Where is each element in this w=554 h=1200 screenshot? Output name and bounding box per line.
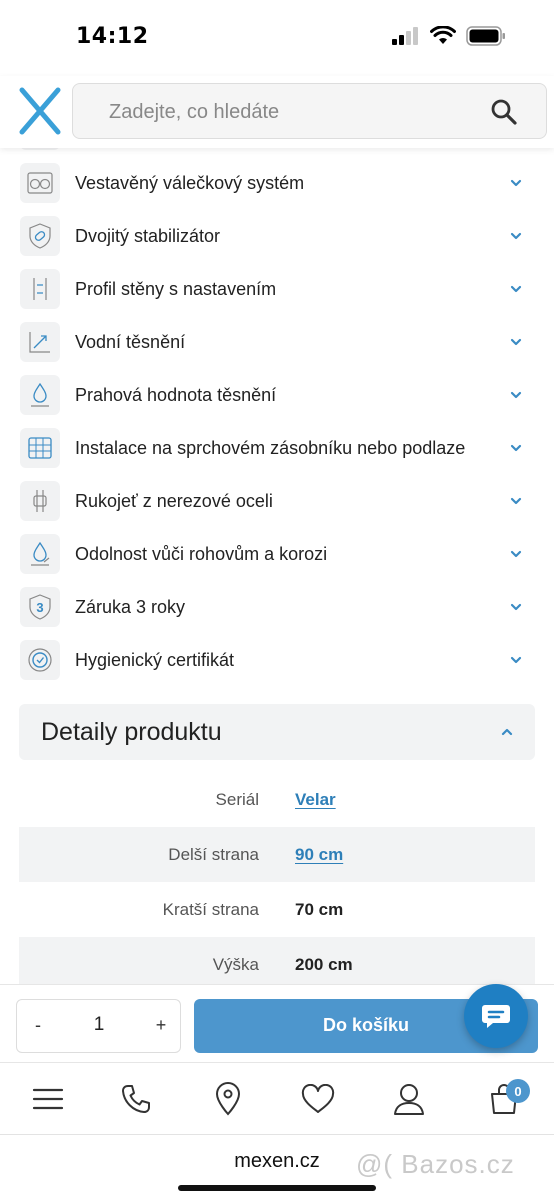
watermark: @( Bazos.cz xyxy=(356,1149,515,1179)
feature-label: Instalace na sprchovém zásobníku nebo po… xyxy=(75,438,466,458)
feature-label: Prahová hodnota těsnění xyxy=(75,385,277,405)
chevron-down-icon[interactable] xyxy=(508,228,524,244)
details-row-label: Výška xyxy=(212,955,259,974)
feature-label: Rukojeť z nerezové oceli xyxy=(75,491,273,511)
wall-profile-icon xyxy=(20,269,60,309)
details-title: Detaily produktu xyxy=(41,718,222,746)
browser-bar: mexen.cz @( Bazos.cz xyxy=(0,1134,554,1200)
wifi-icon xyxy=(430,26,456,44)
user-icon[interactable] xyxy=(391,1081,427,1117)
search-input[interactable]: Zadejte, co hledáte xyxy=(72,83,547,139)
quantity-decrease-button[interactable]: - xyxy=(31,1015,45,1036)
feature-item[interactable]: Profil stěny s nastavením xyxy=(0,263,554,316)
installation-icon xyxy=(20,428,60,468)
chevron-down-icon[interactable] xyxy=(508,546,524,562)
feature-item[interactable]: Vodní těsnění xyxy=(0,316,554,369)
handle-icon xyxy=(20,481,60,521)
chevron-down-icon[interactable] xyxy=(508,652,524,668)
quantity-stepper: - 1 + xyxy=(16,999,181,1053)
menu-icon[interactable] xyxy=(30,1081,66,1117)
details-row: Delší strana 90 cm xyxy=(19,827,535,882)
stabilizer-icon xyxy=(20,216,60,256)
search-icon[interactable] xyxy=(490,98,518,126)
feature-item[interactable]: Instalace na sprchovém zásobníku nebo po… xyxy=(0,422,554,475)
status-icons xyxy=(392,26,506,46)
rollers-icon xyxy=(20,163,60,203)
feature-label: Záruka 3 roky xyxy=(75,597,186,617)
heart-icon[interactable] xyxy=(300,1081,336,1117)
details-row-value-link[interactable]: 90 cm xyxy=(295,845,343,865)
details-row-label: Delší strana xyxy=(168,845,259,864)
chevron-down-icon[interactable] xyxy=(508,387,524,403)
details-row-value: 200 cm xyxy=(295,955,353,974)
chevron-down-icon[interactable] xyxy=(508,281,524,297)
chevron-down-icon[interactable] xyxy=(508,493,524,509)
feature-item[interactable]: Rukojeť z nerezové oceli xyxy=(0,475,554,528)
threshold-seal-icon xyxy=(20,375,60,415)
details-row: Kratší strana 70 cm xyxy=(19,882,535,937)
feature-item[interactable]: Prahová hodnota těsnění xyxy=(0,369,554,422)
chat-icon xyxy=(482,1005,510,1028)
feature-label: Hygienický certifikát xyxy=(75,650,235,670)
chat-button[interactable] xyxy=(464,984,528,1048)
corrosion-icon xyxy=(20,534,60,574)
details-row-value-link[interactable]: Velar xyxy=(295,790,336,810)
cart-count-badge: 0 xyxy=(506,1079,530,1103)
details-row-label: Kratší strana xyxy=(162,900,259,919)
water-seal-icon xyxy=(20,322,60,362)
status-time: 14:12 xyxy=(76,24,149,49)
quantity-increase-button[interactable]: + xyxy=(154,1015,168,1036)
chevron-down-icon[interactable] xyxy=(508,175,524,191)
feature-label: Profil stěny s nastavením xyxy=(75,279,277,299)
feature-label: Dvojitý stabilizátor xyxy=(75,226,221,246)
warranty-badge-text: 3 xyxy=(36,600,43,615)
feature-label: Vestavěný válečkový systém xyxy=(75,173,305,193)
details-accordion-header[interactable]: Detaily produktu xyxy=(19,704,535,760)
chevron-down-icon[interactable] xyxy=(508,334,524,350)
warranty-3-icon: 3 xyxy=(20,587,60,627)
feature-item[interactable]: Vestavěný válečkový systém xyxy=(0,157,554,210)
chevron-down-icon[interactable] xyxy=(508,440,524,456)
feature-item[interactable]: Odolnost vůči rohovům a korozi xyxy=(0,528,554,581)
hygiene-certificate-icon xyxy=(20,640,60,680)
battery-icon xyxy=(466,26,505,46)
quantity-input[interactable]: 1 xyxy=(87,1014,111,1036)
site-header: Zadejte, co hledáte xyxy=(0,76,554,148)
chevron-up-icon[interactable] xyxy=(499,724,515,740)
details-row: Seriál Velar xyxy=(19,772,535,827)
location-pin-icon[interactable] xyxy=(210,1081,246,1117)
signal-icon xyxy=(392,27,418,45)
mexen-logo[interactable] xyxy=(18,86,62,136)
feature-label: Vodní těsnění xyxy=(75,332,186,352)
status-bar: 14:12 xyxy=(0,0,554,76)
search-placeholder: Zadejte, co hledáte xyxy=(109,101,280,123)
feature-item[interactable]: Dvojitý stabilizátor xyxy=(0,210,554,263)
feature-item[interactable]: 3 Záruka 3 roky xyxy=(0,581,554,634)
home-indicator[interactable] xyxy=(178,1185,376,1191)
chevron-down-icon[interactable] xyxy=(508,599,524,615)
phone-icon[interactable] xyxy=(118,1081,154,1117)
feature-label: Odolnost vůči rohovům a korozi xyxy=(75,544,328,564)
details-row-label: Seriál xyxy=(215,790,259,809)
bottom-nav: 0 xyxy=(0,1062,554,1134)
details-row-value: 70 cm xyxy=(295,900,344,919)
feature-item[interactable]: Hygienický certifikát xyxy=(0,634,554,687)
